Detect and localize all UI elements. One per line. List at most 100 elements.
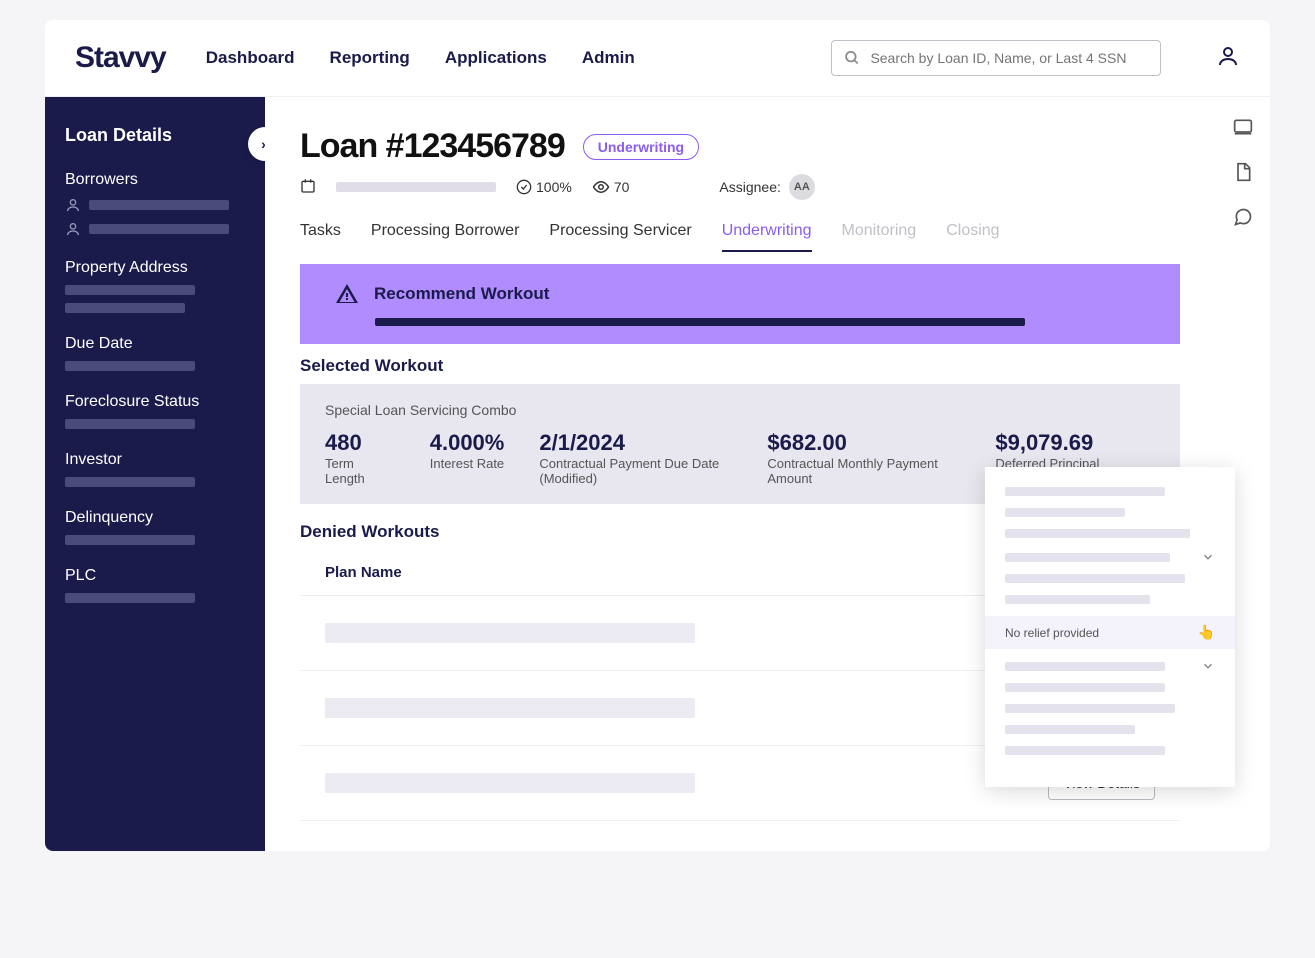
tab-processing-servicer[interactable]: Processing Servicer <box>549 222 691 252</box>
search-icon <box>844 49 860 67</box>
user-icon <box>1216 44 1240 68</box>
sidebar-title: Loan Details <box>65 125 245 146</box>
person-icon <box>65 221 81 237</box>
monitor-icon[interactable] <box>1233 117 1253 137</box>
loan-meta: 100% 70 Assignee: AA <box>300 174 1180 200</box>
person-icon <box>65 197 81 213</box>
placeholder-text <box>1005 508 1125 517</box>
sidebar-heading: Due Date <box>65 335 245 353</box>
nav-dashboard[interactable]: Dashboard <box>206 48 295 68</box>
tab-processing-borrower[interactable]: Processing Borrower <box>371 222 520 252</box>
tab-monitoring: Monitoring <box>842 222 917 252</box>
assignee-label: Assignee: <box>719 179 780 195</box>
sidebar: » Loan Details Borrowers Property Addres… <box>45 97 265 851</box>
sidebar-heading: Foreclosure Status <box>65 393 245 411</box>
placeholder-text <box>1005 746 1165 755</box>
placeholder-text <box>65 285 195 295</box>
brand-logo: Stavvy <box>75 41 166 75</box>
placeholder-text <box>65 361 195 371</box>
search-container[interactable] <box>831 40 1161 76</box>
popover-expandable-row[interactable] <box>1005 550 1215 564</box>
metric-value: $9,079.69 <box>995 430 1155 456</box>
nav-reporting[interactable]: Reporting <box>330 48 410 68</box>
tab-closing: Closing <box>946 222 999 252</box>
sidebar-section-duedate: Due Date <box>65 335 245 371</box>
tab-tasks[interactable]: Tasks <box>300 222 341 252</box>
sidebar-section-foreclosure: Foreclosure Status <box>65 393 245 429</box>
recommend-banner: Recommend Workout <box>300 264 1180 344</box>
completion-text: 100% <box>536 179 572 195</box>
placeholder-text <box>1005 487 1165 496</box>
banner-title: Recommend Workout <box>374 284 549 304</box>
loan-tabs: Tasks Processing Borrower Processing Ser… <box>300 222 1180 252</box>
placeholder-text <box>89 200 229 210</box>
nav-applications[interactable]: Applications <box>445 48 547 68</box>
metric-term: 480Term Length <box>325 430 395 486</box>
loan-title: Loan #123456789 <box>300 127 565 166</box>
loan-header: Loan #123456789 Underwriting <box>300 127 1180 166</box>
sidebar-heading: Property Address <box>65 259 245 277</box>
placeholder-text <box>325 623 695 643</box>
metric-label: Contractual Monthly Payment Amount <box>767 456 960 486</box>
sidebar-section-investor: Investor <box>65 451 245 487</box>
metric-label: Interest Rate <box>430 456 505 471</box>
metric-duedate: 2/1/2024Contractual Payment Due Date (Mo… <box>539 430 732 486</box>
popover-highlight-row[interactable]: No relief provided 👆 <box>985 616 1235 649</box>
pointer-cursor-icon: 👆 <box>1198 624 1215 641</box>
document-icon[interactable] <box>1233 162 1253 182</box>
sidebar-section-borrowers: Borrowers <box>65 171 245 237</box>
sidebar-section-plc: PLC <box>65 567 245 603</box>
completion-meta: 100% <box>516 179 572 195</box>
nav-admin[interactable]: Admin <box>582 48 635 68</box>
placeholder-text <box>65 593 195 603</box>
placeholder-text <box>336 182 496 192</box>
body: » Loan Details Borrowers Property Addres… <box>45 97 1270 851</box>
placeholder-text <box>1005 704 1175 713</box>
assignee-block: Assignee: AA <box>719 174 814 200</box>
search-input[interactable] <box>870 50 1148 66</box>
app-window: Stavvy Dashboard Reporting Applications … <box>45 20 1270 851</box>
sidebar-heading: PLC <box>65 567 245 585</box>
main-content: Loan #123456789 Underwriting 100% 70 Ass… <box>265 97 1215 851</box>
popover-highlight-text: No relief provided <box>1005 626 1099 640</box>
chevron-down-icon <box>1201 659 1215 673</box>
metric-value: 480 <box>325 430 395 456</box>
tab-underwriting[interactable]: Underwriting <box>722 222 812 252</box>
placeholder-text <box>65 535 195 545</box>
main-nav: Dashboard Reporting Applications Admin <box>206 48 635 68</box>
sidebar-heading: Investor <box>65 451 245 469</box>
warning-icon <box>335 282 359 306</box>
placeholder-text <box>65 303 185 313</box>
sidebar-heading: Borrowers <box>65 171 245 189</box>
banner-progress <box>375 318 1025 326</box>
metric-value: 2/1/2024 <box>539 430 732 456</box>
metric-value: $682.00 <box>767 430 960 456</box>
metric-value: 4.000% <box>430 430 505 456</box>
placeholder-text <box>1005 662 1165 671</box>
chevron-down-icon <box>1201 550 1215 564</box>
user-menu-button[interactable] <box>1216 44 1240 73</box>
metric-label: Term Length <box>325 456 395 486</box>
placeholder-text <box>325 773 695 793</box>
placeholder-text <box>1005 574 1185 583</box>
borrower-row[interactable] <box>65 221 245 237</box>
check-icon <box>516 179 532 195</box>
placeholder-text <box>1005 683 1165 692</box>
metric-label: Contractual Payment Due Date (Modified) <box>539 456 732 486</box>
borrower-row[interactable] <box>65 197 245 213</box>
placeholder-text <box>89 224 229 234</box>
selected-sub: Special Loan Servicing Combo <box>325 402 1155 418</box>
eye-icon <box>592 178 610 196</box>
details-popover: No relief provided 👆 <box>985 467 1235 787</box>
selected-heading: Selected Workout <box>300 356 1180 376</box>
sidebar-section-property: Property Address <box>65 259 245 313</box>
assignee-avatar[interactable]: AA <box>789 174 815 200</box>
placeholder-text <box>65 419 195 429</box>
popover-expandable-row[interactable] <box>1005 659 1215 673</box>
sidebar-section-delinquency: Delinquency <box>65 509 245 545</box>
chat-icon[interactable] <box>1233 207 1253 227</box>
topbar: Stavvy Dashboard Reporting Applications … <box>45 20 1270 97</box>
views-text: 70 <box>614 179 630 195</box>
placeholder-text <box>325 698 695 718</box>
placeholder-text <box>1005 529 1190 538</box>
